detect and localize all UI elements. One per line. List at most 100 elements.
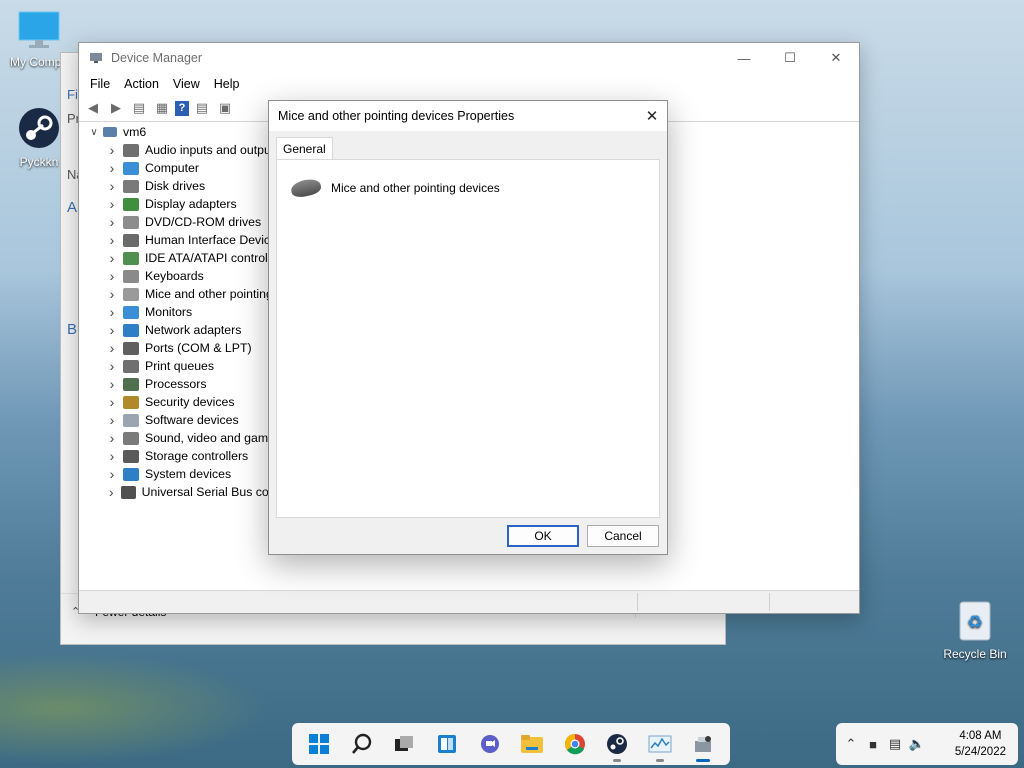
chevron-right-icon[interactable]: › <box>105 448 119 464</box>
steam-button[interactable] <box>603 730 631 762</box>
tree-root[interactable]: ∨ vm6 <box>79 123 279 141</box>
running-indicator <box>656 759 665 762</box>
tree-item[interactable]: › Network adapters <box>79 321 279 339</box>
chat-button[interactable] <box>476 730 504 758</box>
menu-help[interactable]: Help <box>207 77 247 91</box>
chevron-right-icon[interactable]: › <box>105 286 119 302</box>
chevron-right-icon[interactable]: › <box>105 304 119 320</box>
file-explorer-icon <box>521 735 544 753</box>
forward-arrow-icon[interactable]: ▶ <box>106 99 126 117</box>
tree-item-label: Security devices <box>145 395 235 409</box>
device-category-icon <box>123 449 139 463</box>
tree-item-label: DVD/CD-ROM drives <box>145 215 262 229</box>
chevron-right-icon[interactable]: › <box>105 178 119 194</box>
running-indicator <box>613 759 622 762</box>
device-manager-icon <box>694 736 711 752</box>
tree-item[interactable]: › Display adapters <box>79 195 279 213</box>
device-manager-icon <box>90 53 102 63</box>
tree-item[interactable]: › Security devices <box>79 393 279 411</box>
chevron-right-icon[interactable]: › <box>105 322 119 338</box>
console-tree-icon[interactable]: ▤ <box>129 99 149 117</box>
chevron-right-icon[interactable]: › <box>105 142 119 158</box>
status-bar <box>79 590 859 613</box>
task-manager-button[interactable] <box>646 730 674 762</box>
action-pane-icon[interactable]: ▤ <box>192 99 212 117</box>
search-button[interactable] <box>348 730 376 758</box>
tree-item[interactable]: › Software devices <box>79 411 279 429</box>
tree-item-label: Audio inputs and outpu <box>145 143 271 157</box>
device-category-icon <box>123 251 139 265</box>
running-indicator <box>695 759 710 762</box>
task-view-button[interactable] <box>390 730 418 758</box>
system-tray: ⌃ ■ ▤ 🔈 4:08 AM 5/24/2022 <box>836 723 1018 765</box>
tree-item[interactable]: › Storage controllers <box>79 447 279 465</box>
network-icon[interactable]: ▤ <box>884 736 906 752</box>
tree-item[interactable]: › Print queues <box>79 357 279 375</box>
dialog-close-button[interactable]: ✕ <box>637 101 667 131</box>
tree-item[interactable]: › Computer <box>79 159 279 177</box>
close-button[interactable]: ✕ <box>813 43 859 73</box>
file-explorer-button[interactable] <box>518 730 546 758</box>
device-manager-taskbar-button[interactable] <box>689 730 717 762</box>
chevron-right-icon[interactable]: › <box>105 484 117 500</box>
chevron-right-icon[interactable]: › <box>105 196 119 212</box>
device-category-icon <box>123 161 139 175</box>
device-category-icon <box>121 485 136 499</box>
chevron-right-icon[interactable]: › <box>105 394 119 410</box>
chevron-right-icon[interactable]: › <box>105 376 119 392</box>
section-fragment: A <box>67 199 78 216</box>
tree-item[interactable]: › Audio inputs and outpu <box>79 141 279 159</box>
start-button[interactable] <box>305 730 333 758</box>
chevron-right-icon[interactable]: › <box>105 412 119 428</box>
properties-icon[interactable]: ▦ <box>152 99 172 117</box>
clock-time: 4:08 AM <box>959 730 1002 742</box>
back-arrow-icon[interactable]: ◀ <box>83 99 103 117</box>
menu-file[interactable]: File <box>83 77 117 91</box>
clock[interactable]: 4:08 AM 5/24/2022 <box>955 728 1006 760</box>
chevron-right-icon[interactable]: › <box>105 430 119 446</box>
tree-item[interactable]: › Monitors <box>79 303 279 321</box>
tree-item[interactable]: › Human Interface Device <box>79 231 279 249</box>
tree-item[interactable]: › IDE ATA/ATAPI controlle <box>79 249 279 267</box>
tab-general[interactable]: General <box>276 137 333 160</box>
tree-item[interactable]: › Processors <box>79 375 279 393</box>
menu-view[interactable]: View <box>166 77 207 91</box>
tree-item[interactable]: › Keyboards <box>79 267 279 285</box>
scan-hardware-icon[interactable]: ▣ <box>215 99 235 117</box>
chevron-right-icon[interactable]: › <box>105 466 119 482</box>
cancel-button[interactable]: Cancel <box>587 525 659 547</box>
chevron-right-icon[interactable]: › <box>105 340 119 356</box>
volume-icon[interactable]: 🔈 <box>906 736 928 752</box>
menu-action[interactable]: Action <box>117 77 166 91</box>
tree-item[interactable]: › Disk drives <box>79 177 279 195</box>
widgets-button[interactable] <box>433 730 461 758</box>
tree-item-label: Network adapters <box>145 323 242 337</box>
chevron-right-icon[interactable]: › <box>105 232 119 248</box>
clock-date: 5/24/2022 <box>954 746 1006 758</box>
tree-item[interactable]: › Mice and other pointing <box>79 285 279 303</box>
chevron-down-icon[interactable]: ∨ <box>87 127 101 138</box>
tree-item[interactable]: › System devices <box>79 465 279 483</box>
tree-item[interactable]: › Universal Serial Bus cont <box>79 483 279 501</box>
general-tab-panel: Mice and other pointing devices <box>276 159 660 518</box>
minimize-button[interactable]: — <box>721 43 767 73</box>
chevron-right-icon[interactable]: › <box>105 214 119 230</box>
tray-app-icon[interactable]: ■ <box>862 737 884 752</box>
ok-button[interactable]: OK <box>507 525 579 547</box>
tree-item-label: System devices <box>145 467 232 481</box>
chevron-right-icon[interactable]: › <box>105 160 119 176</box>
chevron-right-icon[interactable]: › <box>105 358 119 374</box>
tree-item[interactable]: › Sound, video and game <box>79 429 279 447</box>
tree-item[interactable]: › Ports (COM & LPT) <box>79 339 279 357</box>
maximize-button[interactable]: ☐ <box>767 43 813 73</box>
computer-icon <box>103 127 117 137</box>
desktop-icon-recycle-bin[interactable]: ♻ Recycle Bin <box>936 598 1014 661</box>
chevron-up-icon[interactable]: ⌃ <box>840 736 862 752</box>
window-title: Device Manager <box>111 51 203 65</box>
help-icon[interactable]: ? <box>175 100 189 116</box>
chrome-button[interactable] <box>561 730 589 758</box>
tree-item[interactable]: › DVD/CD-ROM drives <box>79 213 279 231</box>
chevron-right-icon[interactable]: › <box>105 250 119 266</box>
chevron-right-icon[interactable]: › <box>105 268 119 284</box>
device-category-icon <box>123 179 139 193</box>
